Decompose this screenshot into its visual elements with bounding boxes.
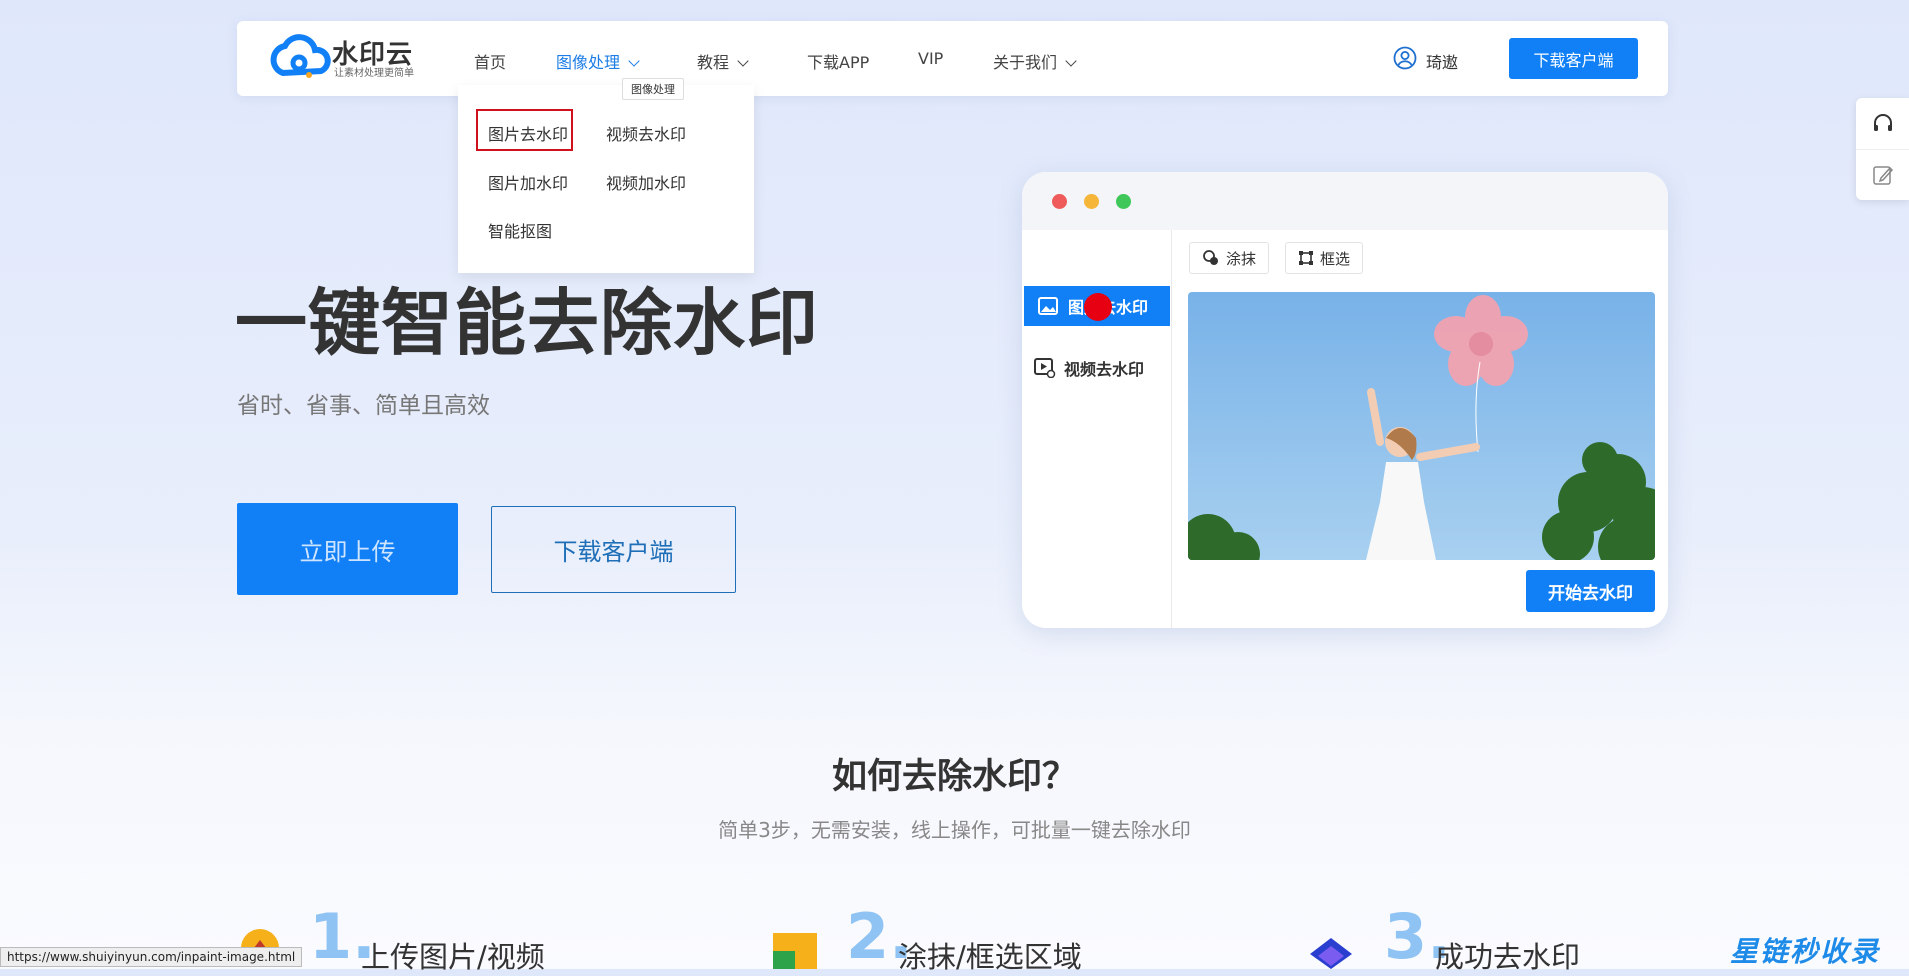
- video-icon: [1034, 358, 1056, 378]
- hero-download-client-button[interactable]: 下载客户端: [491, 506, 736, 593]
- crop-icon: [1299, 251, 1313, 265]
- hero-subtitle: 省时、省事、简单且高效: [237, 393, 490, 419]
- nav-tutorial[interactable]: 教程: [697, 49, 749, 73]
- user-icon[interactable]: [1393, 46, 1417, 70]
- nav-image-processing[interactable]: 图像处理: [556, 49, 640, 73]
- start-remove-watermark-button[interactable]: 开始去水印: [1526, 570, 1655, 612]
- step-label: 上传图片/视频: [361, 940, 545, 974]
- window-close-dot: [1052, 194, 1067, 209]
- smear-tool-label: 涂抹: [1226, 249, 1257, 268]
- nav-about-us[interactable]: 关于我们: [993, 49, 1077, 73]
- select-area-step-icon: [773, 933, 817, 969]
- how-section-subtitle: 简单3步，无需安装，线上操作，可批量一键去除水印: [718, 818, 1191, 842]
- panel-divider: [1856, 149, 1909, 150]
- highlight-box: [476, 109, 573, 151]
- window-minimize-dot: [1084, 194, 1099, 209]
- nav-home[interactable]: 首页: [474, 49, 506, 73]
- box-select-tool-label: 框选: [1320, 249, 1351, 268]
- dropdown-item-smart-cutout[interactable]: 智能抠图: [488, 218, 552, 242]
- preview-window: 图片去水印 视频去水印 涂抹 框选: [1022, 172, 1668, 628]
- download-client-button[interactable]: 下载客户端: [1509, 38, 1638, 79]
- user-name[interactable]: 琦遨: [1426, 49, 1458, 73]
- tooltip: 图像处理: [622, 78, 684, 100]
- chevron-down-icon: [628, 55, 640, 67]
- sample-photo: [1188, 292, 1655, 560]
- headset-icon[interactable]: [1871, 112, 1895, 136]
- dropdown-item-video-add-watermark[interactable]: 视频加水印: [606, 170, 686, 194]
- box-select-tool-button[interactable]: 框选: [1285, 242, 1364, 274]
- nav-tutorial-label: 教程: [697, 53, 730, 72]
- nav-download-app[interactable]: 下载APP: [807, 49, 869, 73]
- brush-icon: [1203, 250, 1218, 265]
- cursor-marker: [1084, 293, 1112, 321]
- step-label: 成功去水印: [1435, 940, 1581, 974]
- how-section-title: 如何去除水印？: [831, 757, 1077, 797]
- success-step-icon: [1310, 938, 1352, 969]
- smear-tool-button[interactable]: 涂抹: [1189, 242, 1270, 274]
- step-label: 涂抹/框选区域: [898, 940, 1082, 974]
- dropdown-item-video-remove-watermark[interactable]: 视频去水印: [606, 121, 686, 145]
- brand-tagline: 让素材处理更简单: [334, 68, 414, 79]
- sidebar-divider: [1171, 230, 1172, 628]
- status-bar-url: https://www.shuiyinyun.com/inpaint-image…: [0, 947, 303, 967]
- hero-title: 一键智能去除水印: [235, 281, 820, 365]
- nav-image-processing-label: 图像处理: [556, 53, 621, 72]
- sidebar-item-label: 视频去水印: [1064, 360, 1145, 379]
- site-watermark: 星链秒收录: [1730, 935, 1881, 968]
- sidebar-item-video-remove-watermark[interactable]: 视频去水印: [1034, 356, 1144, 380]
- image-icon: [1038, 297, 1058, 315]
- upload-now-button[interactable]: 立即上传: [237, 503, 458, 595]
- chevron-down-icon: [1065, 55, 1077, 67]
- nav-about-us-label: 关于我们: [993, 53, 1058, 72]
- nav-vip[interactable]: VIP: [918, 49, 943, 68]
- window-maximize-dot: [1116, 194, 1131, 209]
- dropdown-item-image-add-watermark[interactable]: 图片加水印: [488, 170, 568, 194]
- edit-icon[interactable]: [1872, 164, 1894, 186]
- chevron-down-icon: [737, 55, 749, 67]
- floating-side-panel: [1856, 98, 1909, 200]
